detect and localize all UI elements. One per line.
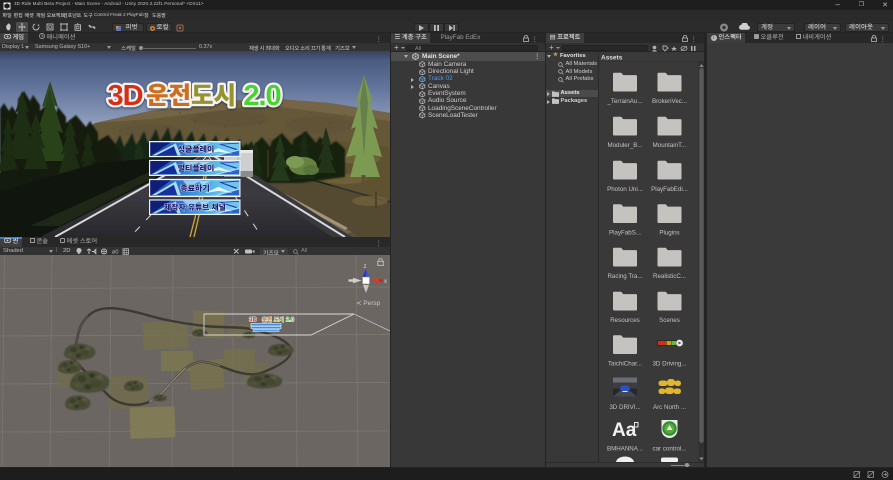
svg-text:2.0: 2.0 <box>286 318 295 324</box>
svg-text:3D: 3D <box>249 318 257 324</box>
svg-text:멀티플레이: 멀티플레이 <box>178 164 215 173</box>
svg-text:도시: 도시 <box>191 83 236 110</box>
svg-text:종료하기: 종료하기 <box>180 184 209 193</box>
svg-text:Aa: Aa <box>612 420 637 441</box>
svg-text:Moduler_B...: Moduler_B... <box>607 142 642 149</box>
svg-text:싱글플레이: 싱글플레이 <box>178 145 215 154</box>
svg-text:Photon Uni...: Photon Uni... <box>607 186 643 193</box>
svg-text:3D: 3D <box>107 80 142 112</box>
svg-text:BMHANNA...: BMHANNA... <box>606 445 642 452</box>
svg-text:z: z <box>364 264 367 270</box>
svg-text:3D Driving...: 3D Driving... <box>652 360 686 367</box>
svg-text:_TerrainAu...: _TerrainAu... <box>606 98 642 105</box>
svg-text:Racing Tra...: Racing Tra... <box>607 273 642 280</box>
svg-text:운전: 운전 <box>262 317 272 324</box>
svg-text:x: x <box>384 279 387 285</box>
svg-text:2.0: 2.0 <box>243 80 280 112</box>
svg-text:RealisticC...: RealisticC... <box>652 273 685 280</box>
svg-text:PlayFabS...: PlayFabS... <box>609 229 641 236</box>
svg-text:PlayFabEdi...: PlayFabEdi... <box>651 186 688 193</box>
svg-text:도시: 도시 <box>274 317 284 324</box>
svg-text:3D DRIVI...: 3D DRIVI... <box>609 404 641 411</box>
svg-text:Scenes: Scenes <box>659 317 680 324</box>
svg-text:Arc North ...: Arc North ... <box>652 404 685 411</box>
svg-text:Resources: Resources <box>610 317 640 324</box>
svg-text:≺ Persp: ≺ Persp <box>356 300 381 307</box>
svg-text:TaichiChar...: TaichiChar... <box>607 360 641 367</box>
svg-text:BrokenVec...: BrokenVec... <box>651 98 686 105</box>
svg-text:MountainT...: MountainT... <box>652 142 686 149</box>
svg-text:Plugins: Plugins <box>659 229 679 236</box>
svg-text:car control...: car control... <box>652 445 686 452</box>
svg-text:운전: 운전 <box>146 83 191 110</box>
svg-text:Assets: Assets <box>601 54 623 61</box>
svg-text:제작자 유튜브 채널: 제작자 유튜브 채널 <box>164 203 226 212</box>
